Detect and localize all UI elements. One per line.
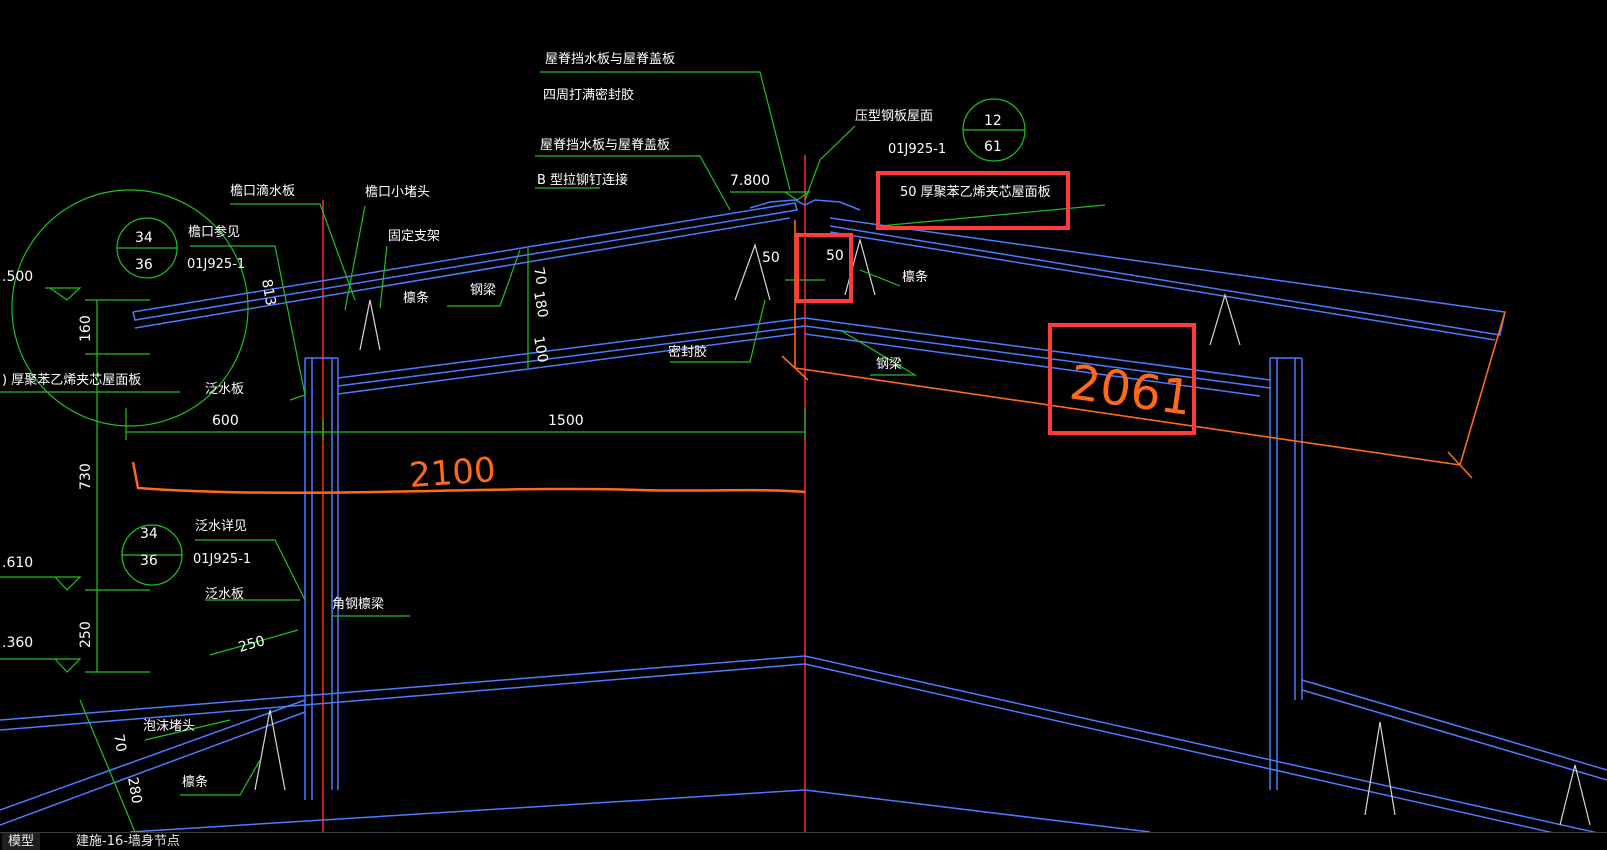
label-atlas-ref-1: 01J925-1 xyxy=(888,142,946,157)
dim-50-a: 50 xyxy=(762,250,780,266)
label-b-rivet: B 型拉铆钉连接 xyxy=(537,172,628,188)
cad-drawing-canvas[interactable]: 屋脊挡水板与屋脊盖板 四周打满密封胶 压型钢板屋面 12 61 01J925-1… xyxy=(0,0,1607,832)
tab-model[interactable]: 模型 xyxy=(2,833,41,850)
label-atlas-ref-2: 01J925-1 xyxy=(187,257,245,272)
label-detail-12-top: 12 xyxy=(984,113,1002,129)
dim-70-b: 70 xyxy=(110,733,129,753)
dim-160: 160 xyxy=(78,315,94,342)
label-sealant: 密封胶 xyxy=(668,344,707,360)
label-detail-34-a: 34 xyxy=(135,230,153,246)
label-purlin-left: 檩条 xyxy=(403,290,429,306)
label-angle-beam: 角钢檩梁 xyxy=(332,597,384,612)
handwritten-2100: 2100 xyxy=(408,450,497,496)
label-detail-12-bottom: 61 xyxy=(984,139,1002,155)
label-detail-36-a: 36 xyxy=(135,257,153,273)
label-panel-left-cut: ) 厚聚苯乙烯夹芯屋面板 xyxy=(2,373,141,388)
label-foam-plug: 泡沫堵头 xyxy=(143,719,195,734)
label-elev-left-mid: .610 xyxy=(2,555,33,571)
label-eave-plug: 檐口小堵头 xyxy=(365,185,430,200)
label-steel-beam-left: 钢梁 xyxy=(470,283,496,298)
label-flashing-2: 泛水板 xyxy=(205,587,244,602)
dim-600: 600 xyxy=(212,413,239,429)
label-elev-left-top: .500 xyxy=(2,269,33,285)
label-eave-drip: 檐口滴水板 xyxy=(230,183,295,199)
tab-layout-wall-detail[interactable]: 建施-16-墙身节点 xyxy=(70,833,186,850)
dim-250-vertical: 250 xyxy=(78,621,94,648)
label-ridge-cover-2: 屋脊挡水板与屋脊盖板 xyxy=(540,138,670,153)
label-elev-left-low: .360 xyxy=(2,635,33,651)
label-flashing-detail: 泛水详见 xyxy=(195,519,247,534)
label-purlin-right: 檩条 xyxy=(902,269,928,285)
label-purlin-bottom: 檩条 xyxy=(182,774,208,790)
label-flashing-1: 泛水板 xyxy=(205,382,244,397)
canvas-background xyxy=(0,0,1607,832)
label-pressed-roof: 压型钢板屋面 xyxy=(855,109,933,124)
label-eave-see: 檐口参见 xyxy=(188,224,240,240)
label-steel-beam-right: 钢梁 xyxy=(876,357,902,372)
label-atlas-ref-3: 01J925-1 xyxy=(193,552,251,567)
dim-1500: 1500 xyxy=(548,413,584,429)
label-panel-50: 50 厚聚苯乙烯夹芯屋面板 xyxy=(900,185,1051,200)
label-ridge-cover-1: 屋脊挡水板与屋脊盖板 xyxy=(545,52,675,67)
dim-70: 70 xyxy=(530,266,549,286)
label-detail-34-b: 34 xyxy=(140,526,158,542)
dim-50-b: 50 xyxy=(826,248,844,264)
label-fixed-bracket: 固定支架 xyxy=(388,229,440,244)
dim-730: 730 xyxy=(78,463,94,490)
layout-tab-bar: 模型 建施-16-墙身节点 xyxy=(0,832,1607,850)
label-detail-36-b: 36 xyxy=(140,553,158,569)
label-sealant-around: 四周打满密封胶 xyxy=(543,87,634,103)
label-elevation-ridge: 7.800 xyxy=(730,173,770,189)
